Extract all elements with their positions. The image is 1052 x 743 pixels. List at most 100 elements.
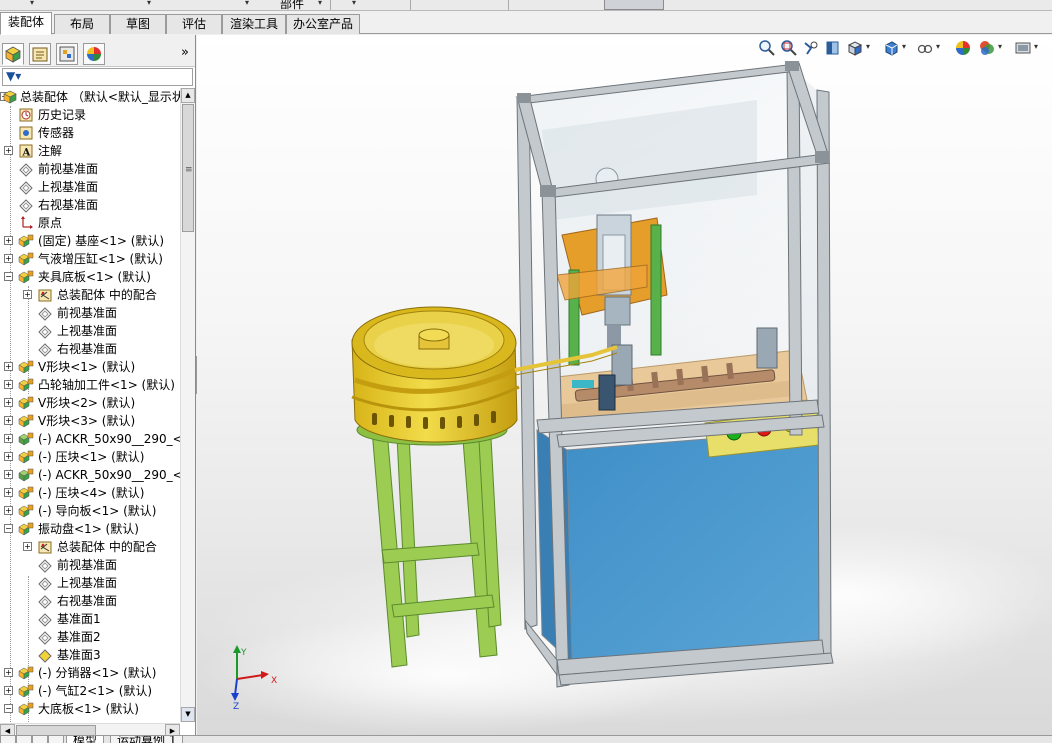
feature-manager-tab[interactable] [2,43,24,65]
vertical-scrollbar[interactable]: ▲ ≡ ▼ [180,88,195,722]
tree-node[interactable]: + (-) ACKR_50x90__290_<1 [0,430,180,448]
dropdown-arrow-icon[interactable]: ▾ [1034,42,1038,51]
dropdown-arrow-icon[interactable]: ▾ [352,0,356,7]
dropdown-arrow-icon[interactable]: ▾ [936,42,940,51]
active-toolbar-button[interactable] [604,0,664,10]
scroll-down-button[interactable]: ▼ [181,707,195,722]
tab-sketch[interactable]: 草图 [110,14,166,34]
tree-node[interactable]: + (-) 压块<1> (默认) [0,448,180,466]
tab-nav-next[interactable] [32,736,48,743]
tree-node[interactable]: 前视基准面 [0,304,180,322]
tree-node[interactable]: + (-) ACKR_50x90__290_<2 [0,466,180,484]
dropdown-arrow-icon[interactable]: ▾ [902,42,906,51]
tree-node[interactable]: 基准面2 [0,628,180,646]
expand-panel-button[interactable]: » [181,45,189,60]
tree-node[interactable]: 右视基准面 [0,196,180,214]
tree-node[interactable]: + (固定) 基座<1> (默认) [0,232,180,250]
tree-node[interactable]: − 大底板<1> (默认) [0,700,180,718]
tree-node[interactable]: + A 注解 [0,142,180,160]
dropdown-arrow-icon[interactable]: ▾ [998,42,1002,51]
expand-icon[interactable]: + [4,362,13,371]
tree-node[interactable]: + V形块<3> (默认) [0,412,180,430]
view-orientation-icon[interactable] [846,39,864,57]
tree-node[interactable]: + 凸轮轴加工件<1> (默认) [0,376,180,394]
tab-motion-study[interactable]: 运动算例 1 [110,736,184,743]
expand-icon[interactable]: + [4,146,13,155]
tree-node[interactable]: 前视基准面 [0,160,180,178]
tree-node[interactable]: + (-) 压块<4> (默认) [0,484,180,502]
display-manager-tab[interactable] [83,43,105,65]
tab-model[interactable]: 模型 [66,736,105,743]
tree-node[interactable]: 基准面3 [0,646,180,664]
zoom-to-fit-icon[interactable] [758,39,776,57]
graphics-viewport[interactable]: ▾ ▾ ▾ ▾ ▾ Y X Z [197,35,1052,735]
tree-node[interactable]: 原点 [0,214,180,232]
tree-node[interactable]: + 总装配体 中的配合 [0,538,180,556]
expand-icon[interactable]: + [23,542,32,551]
tree-node[interactable]: 上视基准面 [0,322,180,340]
tree-node[interactable]: 右视基准面 [0,340,180,358]
tree-node[interactable]: + 气液增压缸<1> (默认) [0,250,180,268]
tree-node[interactable]: + (-) 分销器<1> (默认) [0,664,180,682]
tree-node[interactable]: − 夹具底板<1> (默认) [0,268,180,286]
tree-node[interactable]: + 总装配体 中的配合 [0,286,180,304]
tree-node[interactable]: 上视基准面 [0,574,180,592]
tree-node[interactable]: + V形块<1> (默认) [0,358,180,376]
tree-node[interactable]: 传感器 [0,124,180,142]
expand-icon[interactable]: + [4,434,13,443]
tree-node[interactable]: 基准面1 [0,610,180,628]
collapse-icon[interactable]: − [4,272,13,281]
dropdown-arrow-icon[interactable]: ▾ [30,0,34,7]
tree-node[interactable]: + (-) 气缸2<1> (默认) [0,682,180,700]
tab-render-tools[interactable]: 渲染工具 [222,14,286,34]
expand-icon[interactable]: + [4,488,13,497]
tree-node[interactable]: + (-) 导向板<1> (默认) [0,502,180,520]
tree-node[interactable]: 历史记录 [0,106,180,124]
expand-icon[interactable]: + [4,416,13,425]
dropdown-arrow-icon[interactable]: ▾ [318,0,322,7]
expand-icon[interactable]: + [4,236,13,245]
tree-node[interactable]: 前视基准面 [0,556,180,574]
view-settings-icon[interactable] [1014,39,1032,57]
dropdown-arrow-icon[interactable]: ▾ [245,0,249,7]
tab-nav-prev[interactable] [16,736,32,743]
tab-assembly[interactable]: 装配体 [0,12,52,35]
configuration-manager-tab[interactable] [56,43,78,65]
edit-appearance-icon[interactable] [954,39,972,57]
previous-view-icon[interactable] [802,39,820,57]
display-style-icon[interactable] [882,39,900,57]
scroll-thumb[interactable]: ≡ [182,104,194,232]
tab-evaluate[interactable]: 评估 [166,14,222,34]
expand-icon[interactable]: + [4,254,13,263]
tab-layout[interactable]: 布局 [54,14,110,34]
zoom-to-area-icon[interactable] [780,39,798,57]
section-view-icon[interactable] [824,39,842,57]
tree-node[interactable]: − 振动盘<1> (默认) [0,520,180,538]
expand-icon[interactable]: + [4,470,13,479]
feature-filter-input[interactable]: ▼▾ [2,68,193,86]
expand-icon[interactable]: + [4,686,13,695]
expand-icon[interactable]: + [4,398,13,407]
collapse-icon[interactable]: − [4,524,13,533]
dropdown-arrow-icon[interactable]: ▾ [147,0,151,7]
expand-icon[interactable]: + [4,380,13,389]
tree-node[interactable]: + V形块<2> (默认) [0,394,180,412]
tab-nav-first[interactable] [0,736,16,743]
dropdown-arrow-icon[interactable]: ▾ [866,42,870,51]
tree-node[interactable]: 右视基准面 [0,592,180,610]
property-manager-tab[interactable] [29,43,51,65]
expand-icon[interactable]: + [23,290,32,299]
expand-icon[interactable]: + [4,452,13,461]
collapse-icon[interactable]: − [4,704,13,713]
hide-show-items-icon[interactable] [916,39,934,57]
machine-cabinet[interactable] [515,61,834,688]
scroll-up-button[interactable]: ▲ [181,88,195,103]
filter-icon[interactable]: ▼▾ [6,69,21,83]
tree-node[interactable]: −总装配体 （默认<默认_显示状 [0,88,180,106]
apply-scene-icon[interactable] [978,39,996,57]
expand-icon[interactable]: + [4,668,13,677]
tree-node[interactable]: 上视基准面 [0,178,180,196]
tab-office-products[interactable]: 办公室产品 [286,14,360,34]
tab-nav-last[interactable] [48,736,64,743]
expand-icon[interactable]: + [4,506,13,515]
